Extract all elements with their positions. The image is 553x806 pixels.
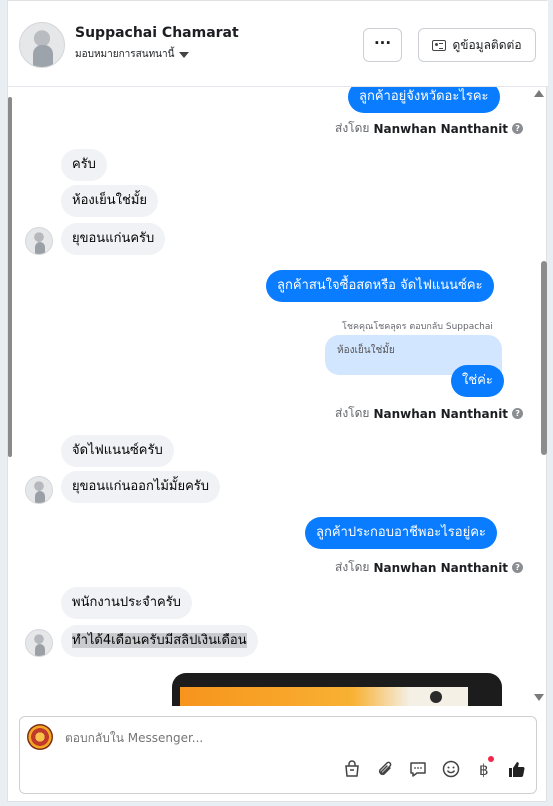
outgoing-message[interactable]: ลูกค้าอยู่จังหวัดอะไรคะ xyxy=(348,87,500,113)
like-icon[interactable] xyxy=(507,759,527,779)
incoming-message[interactable]: ครับ xyxy=(61,149,107,181)
contact-card-icon xyxy=(432,39,447,51)
comment-icon[interactable] xyxy=(408,759,428,779)
svg-text:฿: ฿ xyxy=(479,761,489,779)
incoming-message[interactable]: ยุขอนแก่นครับ xyxy=(61,223,166,255)
conversation-panel: Suppachai Chamarat มอบหมายการสนทนานี้ ··… xyxy=(7,0,548,802)
sent-by-sender: Nanwhan Nanthanit xyxy=(373,121,509,136)
incoming-message[interactable]: จัดไฟแนนซ์ครับ xyxy=(61,435,174,467)
left-scrollbar[interactable] xyxy=(8,97,12,457)
outgoing-message[interactable]: ลูกค้าสนใจซื้อสดหรือ จัดไฟแนนซ์คะ xyxy=(266,270,494,302)
help-icon[interactable]: ? xyxy=(512,408,524,419)
message-thread[interactable]: ลูกค้าอยู่จังหวัดอะไรคะ ส่งโดย Nanwhan N… xyxy=(8,87,548,706)
help-icon[interactable]: ? xyxy=(512,123,524,134)
notification-dot xyxy=(488,756,494,762)
help-icon[interactable]: ? xyxy=(512,562,524,573)
sender-avatar xyxy=(25,227,53,255)
contact-name[interactable]: Suppachai Chamarat xyxy=(75,25,239,41)
reply-input[interactable] xyxy=(65,731,365,745)
baht-icon[interactable]: ฿ xyxy=(474,756,494,779)
sent-by-prefix: ส่งโดย xyxy=(335,406,370,420)
outgoing-message[interactable]: ใช่ค่ะ xyxy=(451,365,504,397)
bag-icon[interactable] xyxy=(342,759,362,779)
sent-by-label: ส่งโดย Nanwhan Nanthanit ? xyxy=(335,404,524,423)
incoming-message[interactable]: ทำได้4เดือนครับมีสลิปเงินเดือน xyxy=(61,625,258,657)
sent-by-prefix: ส่งโดย xyxy=(335,560,370,574)
assign-label: มอบหมายการสนทนานี้ xyxy=(75,49,175,60)
sender-avatar xyxy=(25,476,53,504)
sent-by-sender: Nanwhan Nanthanit xyxy=(373,560,509,575)
more-options-button[interactable]: ··· xyxy=(363,28,402,62)
caret-down-icon xyxy=(179,52,190,58)
composer-toolbar: ฿ xyxy=(342,756,527,779)
view-contact-info-label: ดูข้อมูลติดต่อ xyxy=(452,37,522,52)
sent-by-sender: Nanwhan Nanthanit xyxy=(373,406,509,421)
incoming-message[interactable]: พนักงานประจำครับ xyxy=(61,587,192,619)
image-attachment[interactable] xyxy=(172,673,502,706)
incoming-message[interactable]: ยุขอนแก่นออกไม้มั้ยครับ xyxy=(61,471,221,503)
attachment-image xyxy=(180,687,468,706)
scrollbar-thumb[interactable] xyxy=(541,261,547,455)
sender-avatar xyxy=(25,629,53,657)
assign-conversation-dropdown[interactable]: มอบหมายการสนทนานี้ xyxy=(75,47,190,62)
sent-by-label: ส่งโดย Nanwhan Nanthanit ? xyxy=(335,119,524,138)
incoming-message[interactable]: ห้องเย็นใช่มั้ย xyxy=(61,185,159,217)
sent-by-prefix: ส่งโดย xyxy=(335,121,370,135)
thread-scrollbar[interactable] xyxy=(539,97,547,697)
emoji-icon[interactable] xyxy=(441,759,461,779)
reply-note: โชคคุณโชคลุดร ตอบกลับ Suppachai xyxy=(342,322,493,332)
reply-composer: ฿ xyxy=(19,716,537,794)
contact-avatar[interactable] xyxy=(19,22,65,68)
scroll-down-arrow-icon[interactable] xyxy=(534,694,544,701)
outgoing-message[interactable]: ลูกค้าประกอบอาชีพอะไรอยู่คะ xyxy=(305,517,497,549)
page-avatar xyxy=(27,724,53,750)
attachment-icon[interactable] xyxy=(375,759,395,779)
highlighted-message-text: ทำได้4เดือนครับมีสลิปเงินเดือน xyxy=(72,633,247,648)
conversation-header: Suppachai Chamarat มอบหมายการสนทนานี้ ··… xyxy=(8,1,548,87)
view-contact-info-button[interactable]: ดูข้อมูลติดต่อ xyxy=(418,28,536,62)
sent-by-label: ส่งโดย Nanwhan Nanthanit ? xyxy=(335,558,524,577)
scroll-up-arrow-icon[interactable] xyxy=(534,90,544,97)
